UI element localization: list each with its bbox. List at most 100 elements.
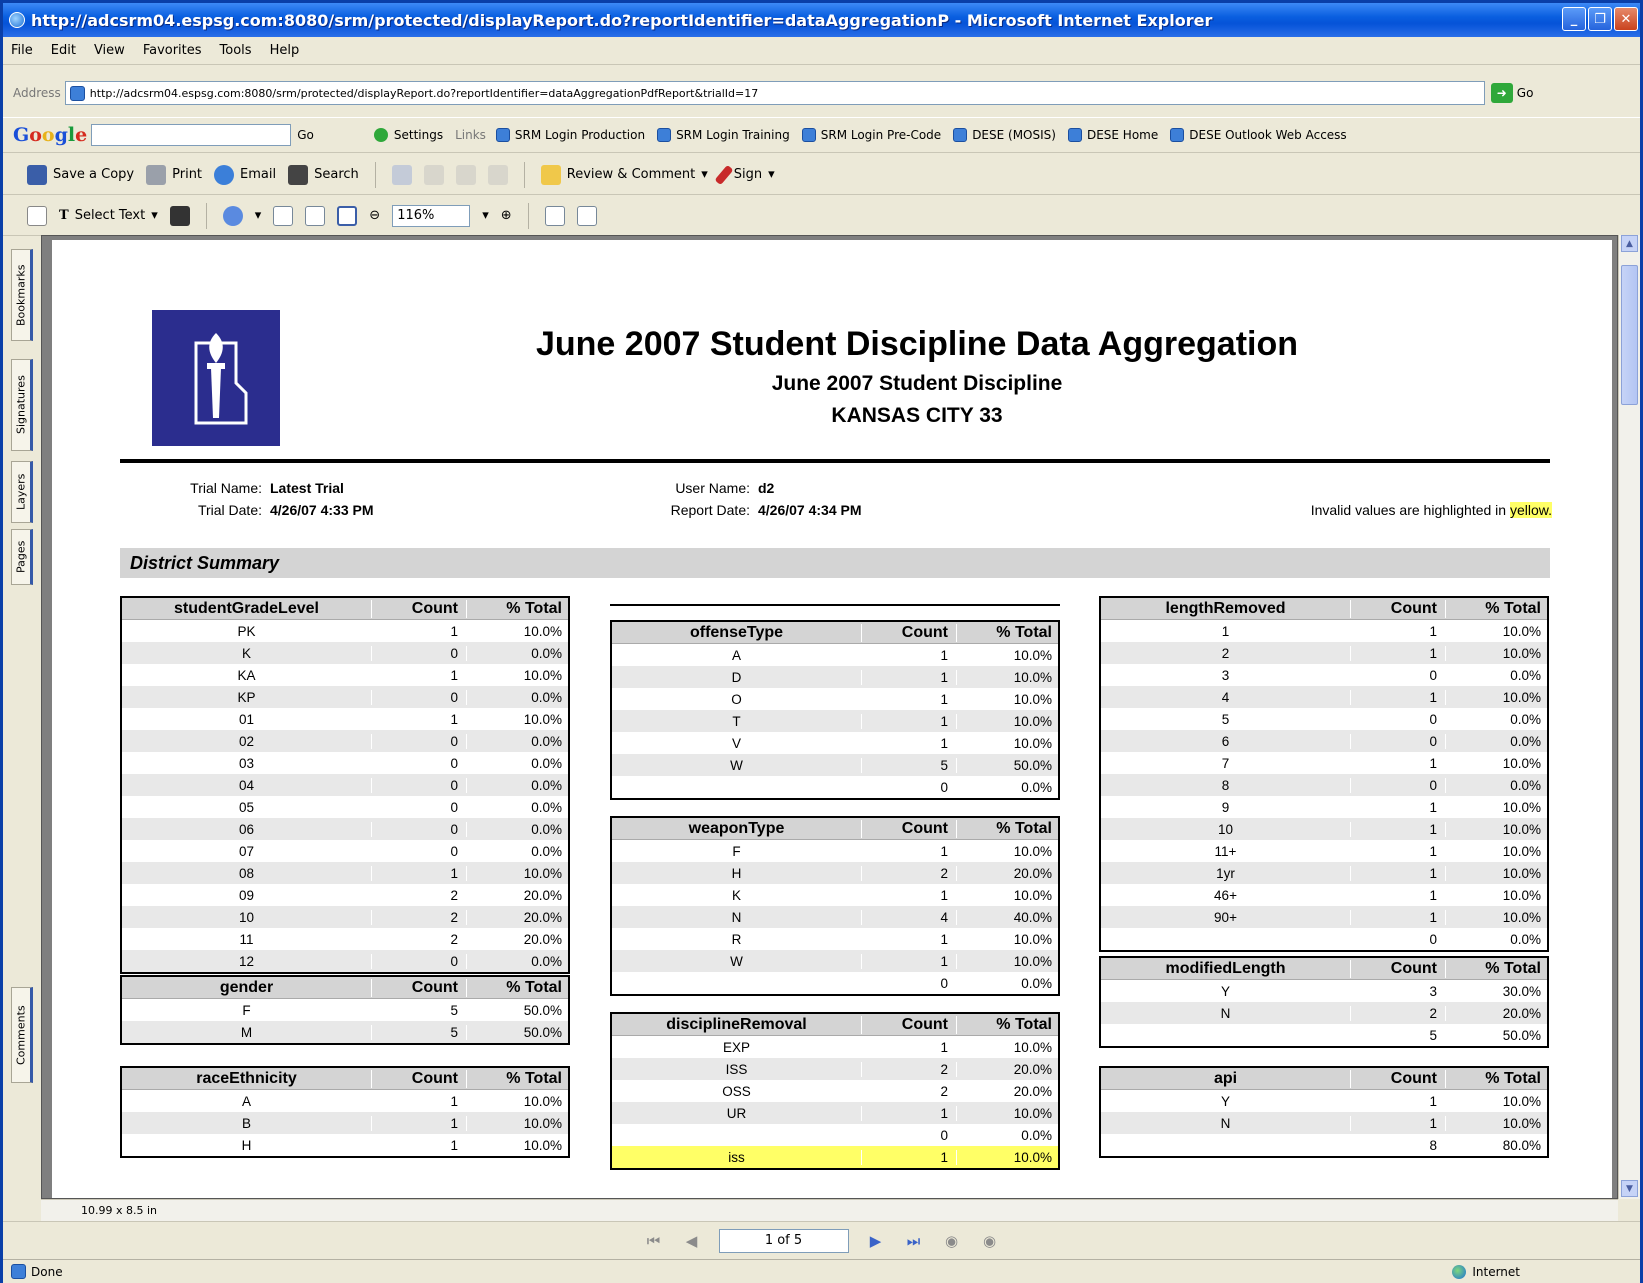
close-button[interactable]: ✕ [1614,7,1638,31]
go-button[interactable]: ➜ Go [1490,83,1533,103]
google-go-button[interactable]: Go [297,128,314,142]
next-page-icon[interactable]: ▶ [865,1230,887,1252]
horizontal-scrollbar[interactable]: 10.99 x 8.5 in [41,1199,1618,1221]
fit-page-icon[interactable] [305,205,326,226]
tab-signatures[interactable]: Signatures [11,359,33,451]
spellcheck-icon[interactable] [391,164,412,185]
undo-icon[interactable] [423,164,444,185]
menu-edit[interactable]: Edit [51,43,76,58]
address-bar: Address http://adcsrm04.espsg.com:8080/s… [3,75,1640,111]
link-dese-mosis[interactable]: DESE (MOSIS) [953,128,1056,142]
link-srm-production[interactable]: SRM Login Production [495,128,645,142]
menu-favorites[interactable]: Favorites [143,43,202,58]
table-row: 1 1 10.0% [1101,620,1547,642]
row-count-cell: 1 [862,1039,957,1055]
vertical-scrollbar[interactable]: ▲ ▼ [1618,235,1640,1199]
menu-tools[interactable]: Tools [220,43,252,58]
row-pct-cell: 10.0% [1013,953,1052,969]
table-row: N 4 40.0% [612,906,1058,928]
table-row: 03 0 0.0% [122,752,568,774]
link-page-icon [801,128,816,142]
zoom-tool-icon[interactable] [222,205,243,226]
scroll-up-icon[interactable]: ▲ [1621,235,1638,252]
dropdown-arrow-icon[interactable]: ▾ [255,208,262,223]
zoom-in-icon[interactable]: ⊕ [501,208,512,223]
menu-view[interactable]: View [94,43,125,58]
search-button[interactable]: Search [288,164,359,185]
dropdown-arrow-icon[interactable]: ▾ [482,208,489,223]
previous-view-icon[interactable]: ◉ [941,1230,963,1252]
table-row: KA 1 10.0% [122,664,568,686]
row-count-cell: 1 [372,667,467,683]
redo-icon[interactable] [455,164,476,185]
document-viewport[interactable]: June 2007 Student Discipline Data Aggreg… [41,235,1618,1199]
row-count-cell: 1 [862,953,957,969]
email-button[interactable]: Email [214,164,276,185]
status-page-icon [11,1264,26,1279]
invalid-note-text: Invalid values are highlighted in [1310,502,1507,518]
scroll-down-icon[interactable]: ▼ [1621,1180,1638,1197]
link-srm-precode[interactable]: SRM Login Pre-Code [801,128,942,142]
menu-help[interactable]: Help [270,43,300,58]
select-text-button[interactable]: T Select Text ▾ [59,208,158,223]
zoom-level-input[interactable]: 116% [392,204,471,227]
tab-pages[interactable]: Pages [11,529,33,585]
row-pct-cell: 0.0% [531,733,562,749]
tab-layers[interactable]: Layers [11,461,33,523]
table-row: 7 1 10.0% [1101,752,1547,774]
row-value-cell: Y [1101,983,1351,999]
google-search-input[interactable] [91,124,292,146]
row-count-cell: 1 [372,865,467,881]
link-srm-training[interactable]: SRM Login Training [657,128,790,142]
row-value-cell: KA [122,667,372,683]
go-arrow-icon: ➜ [1490,83,1513,103]
settings-button[interactable]: Settings [373,128,443,142]
print-button[interactable]: Print [146,164,202,185]
address-input[interactable]: http://adcsrm04.espsg.com:8080/srm/prote… [64,81,1485,105]
rotate-page-icon[interactable] [544,205,565,226]
actual-size-icon[interactable] [273,205,294,226]
menu-file[interactable]: File [11,43,33,58]
table-pct-header: % Total [506,1069,562,1087]
scroll-thumb[interactable] [1621,265,1638,405]
row-value-cell: V [612,735,862,751]
table-row: ISS 2 20.0% [612,1058,1058,1080]
fit-width-icon[interactable] [337,205,358,226]
row-value-cell: 09 [122,887,372,903]
row-count-cell: 1 [372,623,467,639]
report-title: June 2007 Student Discipline Data Aggreg… [535,325,1298,363]
row-pct-cell: 0.0% [531,645,562,661]
row-count-cell: 5 [862,757,957,773]
sign-button[interactable]: Sign ▾ [714,164,775,185]
dropdown-arrow-icon: ▾ [768,167,775,182]
zoom-out-icon[interactable]: ⊖ [369,208,380,223]
previous-page-icon[interactable]: ◀ [681,1230,703,1252]
next-view-icon[interactable]: ◉ [979,1230,1001,1252]
copy-icon[interactable] [487,164,508,185]
text-cursor-icon: T [59,208,69,223]
row-value-cell: F [612,843,862,859]
table-row: 6 0 0.0% [1101,730,1547,752]
rotate-view-icon[interactable] [576,205,597,226]
page-number-input[interactable]: 1 of 5 [718,1228,849,1253]
tab-comments[interactable]: Comments [11,987,33,1083]
snapshot-icon[interactable] [169,205,190,226]
last-page-icon[interactable]: ⏭ [903,1230,925,1252]
hand-tool-icon[interactable] [27,205,47,226]
link-dese-home[interactable]: DESE Home [1067,128,1158,142]
restore-button[interactable]: ❐ [1588,7,1612,31]
torch-icon [194,333,248,425]
save-copy-button[interactable]: Save a Copy [27,164,134,185]
review-comment-button[interactable]: Review & Comment ▾ [540,164,708,185]
table-header-row: gender Count % Total [122,977,568,999]
row-value-cell: W [612,757,862,773]
minimize-button[interactable]: _ [1562,7,1586,31]
binoculars-icon [288,164,309,185]
row-count-cell: 0 [862,779,957,795]
google-logo[interactable]: Google [13,124,87,146]
first-page-icon[interactable]: ⏮ [643,1230,665,1252]
link-dese-outlook[interactable]: DESE Outlook Web Access [1170,128,1347,142]
link-label: SRM Login Pre-Code [820,128,942,142]
table-field-header: raceEthnicity [122,1069,372,1088]
tab-bookmarks[interactable]: Bookmarks [11,249,33,341]
